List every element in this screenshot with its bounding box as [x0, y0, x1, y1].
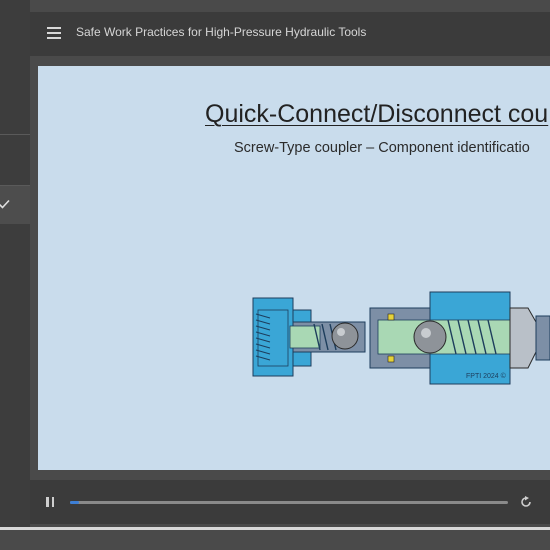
slide-subtitle: Screw-Type coupler – Component identific…: [234, 140, 530, 156]
hamburger-menu-icon[interactable]: [47, 27, 61, 39]
playback-controls: [30, 480, 550, 524]
check-icon: [0, 199, 10, 209]
coupler-diagram: FPTI 2024 ©: [252, 291, 550, 385]
male-coupler-half: [252, 297, 366, 377]
top-bar: Safe Work Practices for High-Pressure Hy…: [30, 12, 550, 56]
course-title: Safe Work Practices for High-Pressure Hy…: [76, 25, 367, 39]
pause-icon[interactable]: [46, 497, 54, 507]
diagram-copyright-label: FPTI 2024 ©: [466, 372, 507, 380]
replay-icon[interactable]: [520, 496, 532, 508]
female-coupler-half: FPTI 2024 ©: [369, 291, 550, 385]
progress-bar-fill: [70, 501, 79, 504]
slide-title: Quick-Connect/Disconnect cou: [205, 100, 549, 128]
progress-bar[interactable]: [70, 501, 508, 504]
slide-canvas: Quick-Connect/Disconnect cou Screw-Type …: [38, 66, 550, 470]
frame-gap: [30, 0, 37, 550]
sidebar-item-completed[interactable]: [0, 186, 30, 224]
sidebar: [0, 0, 30, 550]
bottom-edge: [0, 527, 550, 550]
sidebar-divider: [0, 134, 30, 135]
